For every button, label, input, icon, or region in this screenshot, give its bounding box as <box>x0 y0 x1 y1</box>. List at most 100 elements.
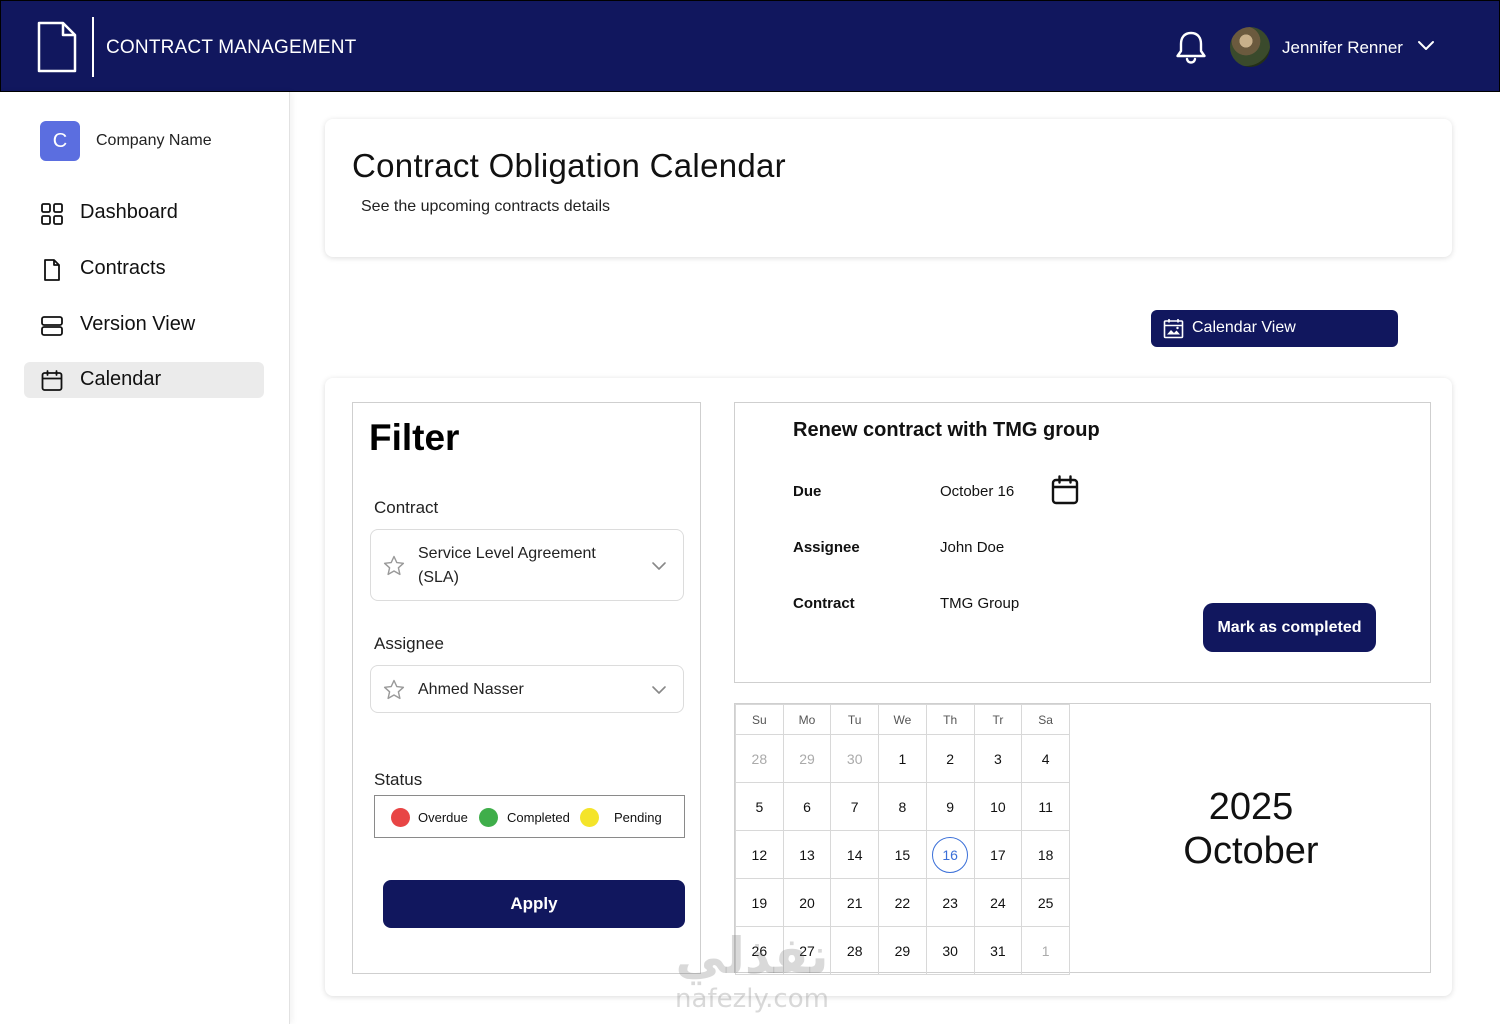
calendar-view-button[interactable]: Calendar View <box>1151 310 1398 347</box>
page-header-card: Contract Obligation Calendar See the upc… <box>325 119 1452 257</box>
calendar-day[interactable]: 21 <box>830 878 880 927</box>
calendar-day[interactable]: 15 <box>878 830 927 879</box>
star-icon <box>383 679 405 700</box>
calendar-day[interactable]: 19 <box>735 878 784 927</box>
filter-panel: Filter Contract Service Level Agreement … <box>352 402 701 974</box>
calendar-day[interactable]: 11 <box>1021 782 1070 831</box>
calendar-day[interactable]: 5 <box>735 782 784 831</box>
contract-select-value-cont: (SLA) <box>418 569 459 586</box>
chevron-down-icon <box>652 562 666 570</box>
calendar-day[interactable]: 27 <box>782 926 832 975</box>
obligation-title: Renew contract with TMG group <box>793 419 1100 441</box>
calendar-day[interactable]: 7 <box>830 782 880 831</box>
calendar-icon <box>41 370 63 391</box>
calendar-day[interactable]: 1 <box>1021 926 1070 975</box>
sidebar-item-label: Dashboard <box>80 201 178 223</box>
calendar-day[interactable]: 10 <box>973 782 1023 831</box>
calendar-day[interactable]: 13 <box>782 830 832 879</box>
calendar-day-selected[interactable]: 16 <box>925 830 975 879</box>
assignee-select-value: Ahmed Nasser <box>418 681 524 698</box>
calendar-day[interactable]: 28 <box>735 734 784 783</box>
apply-button[interactable]: Apply <box>383 880 685 928</box>
calendar-day[interactable]: 4 <box>1021 734 1070 783</box>
calendar-day[interactable]: 23 <box>925 878 975 927</box>
calendar-day[interactable]: 24 <box>973 878 1023 927</box>
calendar-week-row: 5 6 7 8 9 10 11 <box>735 782 1070 831</box>
calendar-day[interactable]: 17 <box>973 830 1023 879</box>
status-dot-pending[interactable] <box>580 808 599 827</box>
calendar-day[interactable]: 31 <box>973 926 1023 975</box>
contract-label: Contract <box>374 498 439 517</box>
mark-as-completed-button[interactable]: Mark as completed <box>1203 603 1376 652</box>
calendar-day[interactable]: 8 <box>878 782 927 831</box>
calendar-week-row: 28 29 30 1 2 3 4 <box>735 734 1070 783</box>
weekday-label: Mo <box>782 704 832 735</box>
star-icon <box>383 555 405 576</box>
due-value: October 16 <box>940 483 1015 500</box>
user-name[interactable]: Jennifer Renner <box>1282 38 1403 58</box>
status-label-completed[interactable]: Completed <box>507 810 570 825</box>
calendar-day[interactable]: 18 <box>1021 830 1070 879</box>
calendar-grid: Su Mo Tu We Th Tr Sa 28 29 30 1 2 3 4 5 … <box>735 704 1070 975</box>
calendar-day[interactable]: 26 <box>735 926 784 975</box>
page-subtitle: See the upcoming contracts details <box>361 198 611 215</box>
notification-bell-icon[interactable] <box>1173 29 1209 65</box>
weekday-label: Sa <box>1021 704 1070 735</box>
company-name: Company Name <box>96 132 212 149</box>
calendar-day[interactable]: 28 <box>830 926 880 975</box>
sidebar-item-label: Calendar <box>80 368 162 390</box>
status-dot-overdue[interactable] <box>391 808 410 827</box>
calendar-view-label: Calendar View <box>1192 319 1296 336</box>
calendar-day[interactable]: 29 <box>782 734 832 783</box>
calendar-day[interactable]: 20 <box>782 878 832 927</box>
company-avatar: C <box>40 121 80 161</box>
sidebar-item-calendar[interactable]: Calendar <box>24 362 264 398</box>
contract-key: Contract <box>793 595 855 612</box>
document-logo-icon <box>37 21 77 73</box>
weekday-label: Th <box>925 704 975 735</box>
calendar-day[interactable]: 1 <box>878 734 927 783</box>
status-legend: Overdue Completed Pending <box>374 795 685 838</box>
calendar-day[interactable]: 25 <box>1021 878 1070 927</box>
sidebar-item-label: Version View <box>80 313 196 335</box>
calendar-day[interactable]: 9 <box>925 782 975 831</box>
status-label-overdue[interactable]: Overdue <box>418 810 468 825</box>
calendar-month: October <box>1183 830 1319 872</box>
user-avatar[interactable] <box>1230 27 1270 67</box>
calendar-day[interactable]: 30 <box>830 734 880 783</box>
sidebar-item-dashboard[interactable]: Dashboard <box>24 195 264 231</box>
calendar-image-icon <box>1163 319 1184 339</box>
weekday-label: Tu <box>830 704 880 735</box>
chevron-down-icon <box>652 686 666 694</box>
calendar-week-row: 19 20 21 22 23 24 25 <box>735 878 1070 927</box>
calendar-day[interactable]: 2 <box>925 734 975 783</box>
calendar-day[interactable]: 22 <box>878 878 927 927</box>
calendar-day[interactable]: 12 <box>735 830 784 879</box>
calendar-day[interactable]: 14 <box>830 830 880 879</box>
sidebar-item-version-view[interactable]: Version View <box>24 307 264 343</box>
due-label: Due <box>793 483 822 500</box>
contract-select[interactable]: Service Level Agreement (SLA) <box>370 529 684 601</box>
calendar-year: 2025 <box>1208 786 1294 828</box>
sidebar-item-contracts[interactable]: Contracts <box>24 251 264 287</box>
sidebar: C Company Name Dashboard Contracts Versi… <box>0 92 290 1024</box>
contract-value: TMG Group <box>940 595 1020 612</box>
assignee-label: Assignee <box>374 634 444 653</box>
calendar-day[interactable]: 3 <box>973 734 1023 783</box>
obligation-detail-panel: Renew contract with TMG group Due Octobe… <box>734 402 1431 683</box>
status-dot-completed[interactable] <box>479 808 498 827</box>
status-label-pending[interactable]: Pending <box>614 810 662 825</box>
calendar-day[interactable]: 30 <box>925 926 975 975</box>
grid-icon <box>41 203 63 225</box>
top-bar: CONTRACT MANAGEMENT Jennifer Renner <box>0 0 1500 92</box>
header-divider <box>92 17 94 77</box>
chevron-down-icon[interactable] <box>1417 39 1435 53</box>
calendar-day[interactable]: 6 <box>782 782 832 831</box>
stack-icon <box>41 316 63 336</box>
calendar-icon[interactable] <box>1051 475 1079 505</box>
selected-day-label: 16 <box>932 836 969 873</box>
calendar-day[interactable]: 29 <box>878 926 927 975</box>
document-icon <box>44 259 60 281</box>
assignee-select[interactable]: Ahmed Nasser <box>370 665 684 713</box>
assignee-key: Assignee <box>793 539 860 556</box>
